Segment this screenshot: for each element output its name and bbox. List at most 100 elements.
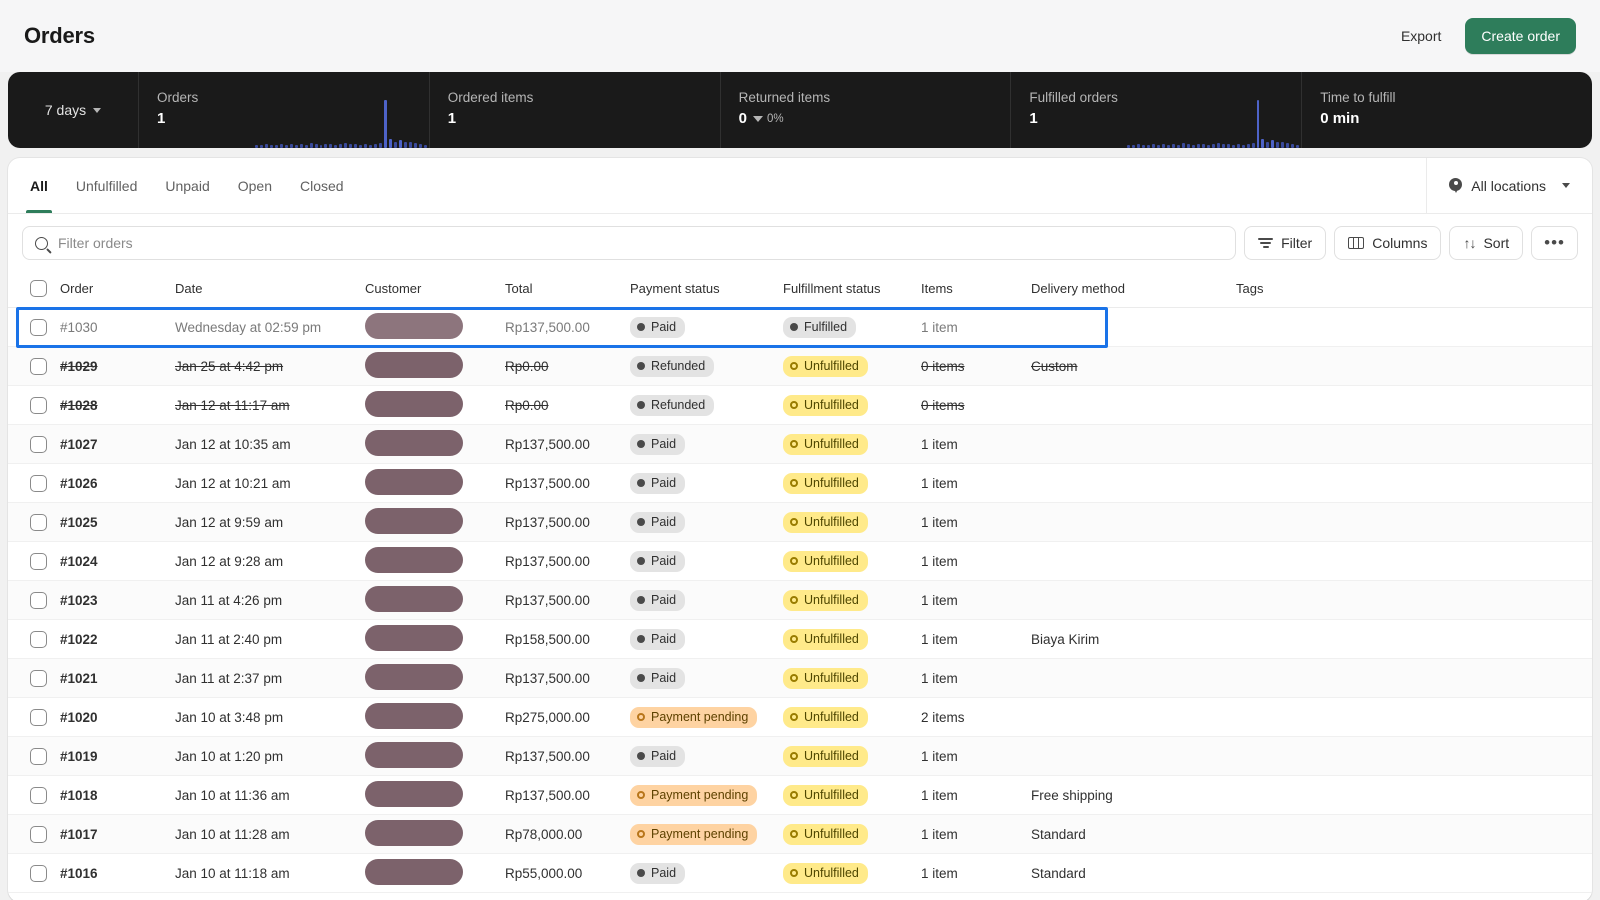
- row-checkbox[interactable]: [30, 357, 47, 375]
- table-row[interactable]: #1019 Jan 10 at 1:20 pm Rp137,500.00 Paid Un…: [8, 736, 1592, 776]
- tab-all[interactable]: All: [18, 158, 60, 213]
- metric-label: Ordered items: [447, 90, 534, 105]
- cell-order[interactable]: #1024: [60, 541, 175, 581]
- row-select-cell[interactable]: [8, 463, 60, 503]
- cell-order[interactable]: #1018: [60, 775, 175, 815]
- cell-order[interactable]: #1023: [60, 580, 175, 620]
- status-dot-icon: [790, 362, 798, 370]
- export-button[interactable]: Export: [1389, 20, 1453, 52]
- row-select-cell[interactable]: [8, 541, 60, 581]
- row-checkbox[interactable]: [30, 318, 47, 336]
- column-header-items[interactable]: Items: [921, 272, 1031, 308]
- row-checkbox[interactable]: [30, 396, 47, 414]
- item-count: 1 item: [921, 787, 958, 803]
- row-checkbox[interactable]: [30, 708, 47, 726]
- order-date: Jan 10 at 11:18 am: [175, 865, 290, 881]
- status-dot-icon: [790, 401, 798, 409]
- table-row[interactable]: #1021 Jan 11 at 2:37 pm Rp137,500.00 Paid Un…: [8, 658, 1592, 698]
- cell-order[interactable]: #1016: [60, 853, 175, 893]
- column-header-customer[interactable]: Customer: [365, 272, 505, 308]
- tab-closed[interactable]: Closed: [288, 158, 356, 213]
- table-row[interactable]: #1029 Jan 25 at 4:42 pm Rp0.00 Refunded Unfu…: [8, 346, 1592, 386]
- table-row[interactable]: #1016 Jan 10 at 11:18 am Rp55,000.00 Paid Un…: [8, 853, 1592, 893]
- cell-order[interactable]: #1021: [60, 658, 175, 698]
- row-checkbox[interactable]: [30, 786, 47, 804]
- cell-payment-status: Paid: [630, 853, 783, 893]
- column-header-tags[interactable]: Tags: [1236, 272, 1592, 308]
- search-box[interactable]: [22, 226, 1237, 260]
- select-all-checkbox[interactable]: [30, 280, 47, 297]
- row-select-cell[interactable]: [8, 814, 60, 854]
- cell-order[interactable]: #1025: [60, 502, 175, 542]
- row-select-cell[interactable]: [8, 385, 60, 425]
- row-select-cell[interactable]: [8, 346, 60, 386]
- columns-button[interactable]: Columns: [1334, 226, 1442, 260]
- filter-button[interactable]: Filter: [1244, 226, 1327, 260]
- row-checkbox[interactable]: [30, 864, 47, 882]
- item-count: 1 item: [921, 319, 958, 335]
- column-header-total[interactable]: Total: [505, 272, 630, 308]
- cell-order[interactable]: #1022: [60, 619, 175, 659]
- metric-card-orders[interactable]: Orders 1: [139, 72, 430, 148]
- search-input[interactable]: [58, 235, 1224, 251]
- row-checkbox[interactable]: [30, 591, 47, 609]
- table-row[interactable]: #1028 Jan 12 at 11:17 am Rp0.00 Refunded Unf…: [8, 385, 1592, 425]
- row-checkbox[interactable]: [30, 630, 47, 648]
- table-row[interactable]: #1027 Jan 12 at 10:35 am Rp137,500.00 Paid U…: [8, 424, 1592, 464]
- cell-date: Jan 11 at 2:40 pm: [175, 619, 365, 659]
- table-row[interactable]: #1020 Jan 10 at 3:48 pm Rp275,000.00 Paymen…: [8, 697, 1592, 737]
- row-checkbox[interactable]: [30, 513, 47, 531]
- location-filter[interactable]: All locations: [1426, 158, 1592, 213]
- cell-order[interactable]: #1026: [60, 463, 175, 503]
- row-select-cell[interactable]: [8, 502, 60, 542]
- row-checkbox[interactable]: [30, 435, 47, 453]
- cell-order[interactable]: #1020: [60, 697, 175, 737]
- sort-button[interactable]: ↑↓ Sort: [1449, 226, 1524, 260]
- cell-order[interactable]: #1030: [60, 307, 175, 347]
- row-select-cell[interactable]: [8, 853, 60, 893]
- table-row[interactable]: #1024 Jan 12 at 9:28 am Rp137,500.00 Paid Un…: [8, 541, 1592, 581]
- table-row[interactable]: #1017 Jan 10 at 11:28 am Rp78,000.00 Paymen…: [8, 814, 1592, 854]
- column-header-order[interactable]: Order: [60, 272, 175, 308]
- tab-unpaid[interactable]: Unpaid: [153, 158, 221, 213]
- table-row[interactable]: #1026 Jan 12 at 10:21 am Rp137,500.00 Paid U…: [8, 463, 1592, 503]
- row-checkbox[interactable]: [30, 825, 47, 843]
- more-actions-button[interactable]: •••: [1531, 226, 1578, 260]
- cell-order[interactable]: #1019: [60, 736, 175, 776]
- column-header-payment[interactable]: Payment status: [630, 272, 783, 308]
- metric-card-ordered-items[interactable]: Ordered items 1: [430, 72, 721, 148]
- metric-card-returned-items[interactable]: Returned items 0 0%: [721, 72, 1012, 148]
- row-select-cell[interactable]: [8, 697, 60, 737]
- metric-card-fulfilled-orders[interactable]: Fulfilled orders 1: [1011, 72, 1303, 148]
- row-select-cell[interactable]: [8, 619, 60, 659]
- row-checkbox[interactable]: [30, 474, 47, 492]
- row-checkbox[interactable]: [30, 747, 47, 765]
- table-row[interactable]: #1030 Wednesday at 02:59 pm Rp137,500.00 Pa…: [8, 307, 1592, 347]
- row-checkbox[interactable]: [30, 669, 47, 687]
- cell-order[interactable]: #1029: [60, 346, 175, 386]
- table-row[interactable]: #1022 Jan 11 at 2:40 pm Rp158,500.00 Paid Un…: [8, 619, 1592, 659]
- create-order-button[interactable]: Create order: [1465, 18, 1576, 54]
- row-select-cell[interactable]: [8, 775, 60, 815]
- tab-unfulfilled[interactable]: Unfulfilled: [64, 158, 149, 213]
- cell-order[interactable]: #1017: [60, 814, 175, 854]
- table-row[interactable]: #1023 Jan 11 at 4:26 pm Rp137,500.00 Paid Un…: [8, 580, 1592, 620]
- order-total: Rp78,000.00: [505, 826, 583, 842]
- cell-order[interactable]: #1028: [60, 385, 175, 425]
- cell-date: Jan 12 at 10:35 am: [175, 424, 365, 464]
- table-row[interactable]: #1025 Jan 12 at 9:59 am Rp137,500.00 Paid Un…: [8, 502, 1592, 542]
- metric-card-time-to-fulfill[interactable]: Time to fulfill 0 min: [1302, 72, 1592, 148]
- cell-order[interactable]: #1027: [60, 424, 175, 464]
- date-range-selector[interactable]: 7 days: [8, 72, 139, 148]
- row-select-cell[interactable]: [8, 580, 60, 620]
- tab-open[interactable]: Open: [226, 158, 284, 213]
- table-row[interactable]: #1018 Jan 10 at 11:36 am Rp137,500.00 Payme…: [8, 775, 1592, 815]
- row-select-cell[interactable]: [8, 658, 60, 698]
- column-header-delivery[interactable]: Delivery method: [1031, 272, 1236, 308]
- column-header-fulfillment[interactable]: Fulfillment status: [783, 272, 921, 308]
- column-header-date[interactable]: Date: [175, 272, 365, 308]
- row-checkbox[interactable]: [30, 552, 47, 570]
- row-select-cell[interactable]: [8, 307, 60, 347]
- row-select-cell[interactable]: [8, 424, 60, 464]
- row-select-cell[interactable]: [8, 736, 60, 776]
